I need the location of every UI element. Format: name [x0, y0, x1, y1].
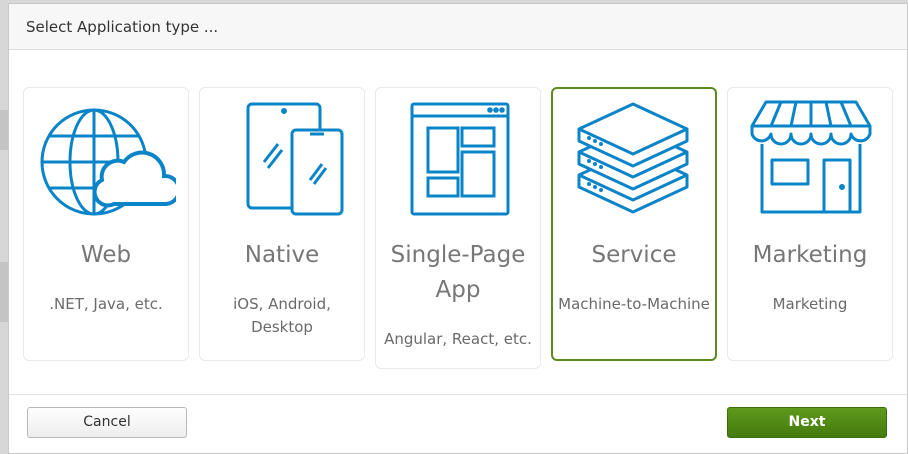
- card-description: Machine-to-Machine: [558, 295, 710, 313]
- app-type-card-single-page-app[interactable]: Single-Page App Angular, React, etc.: [375, 87, 541, 369]
- card-title: Native: [244, 242, 320, 268]
- card-title: Single-Page App: [390, 242, 526, 303]
- server-stack-icon: [552, 96, 714, 224]
- card-description: iOS, Android, Desktop: [233, 295, 331, 336]
- dialog-footer: Cancel Next: [9, 394, 907, 453]
- app-type-card-marketing[interactable]: Marketing Marketing: [727, 87, 893, 361]
- backdrop-element: [0, 262, 8, 322]
- select-app-type-dialog: Select Application type ... Web .NET, Ja…: [8, 3, 908, 454]
- dialog-title: Select Application type ...: [26, 18, 219, 36]
- globe-cloud-icon: [24, 96, 188, 224]
- card-description: .NET, Java, etc.: [49, 295, 163, 313]
- card-description: Marketing: [772, 295, 848, 313]
- dialog-header: Select Application type ...: [9, 4, 907, 50]
- browser-layout-icon: [376, 96, 540, 224]
- card-title: Service: [591, 242, 677, 268]
- storefront-icon: [728, 96, 892, 224]
- tablet-phone-icon: [200, 96, 364, 224]
- app-type-card-native[interactable]: Native iOS, Android, Desktop: [199, 87, 365, 361]
- app-type-card-service[interactable]: Service Machine-to-Machine: [551, 87, 717, 361]
- card-title: Marketing: [752, 242, 868, 268]
- card-description: Angular, React, etc.: [384, 330, 532, 348]
- card-title: Web: [80, 242, 132, 268]
- cancel-button[interactable]: Cancel: [27, 407, 187, 438]
- next-button[interactable]: Next: [727, 407, 887, 438]
- app-type-card-web[interactable]: Web .NET, Java, etc.: [23, 87, 189, 361]
- backdrop-element: [0, 110, 8, 150]
